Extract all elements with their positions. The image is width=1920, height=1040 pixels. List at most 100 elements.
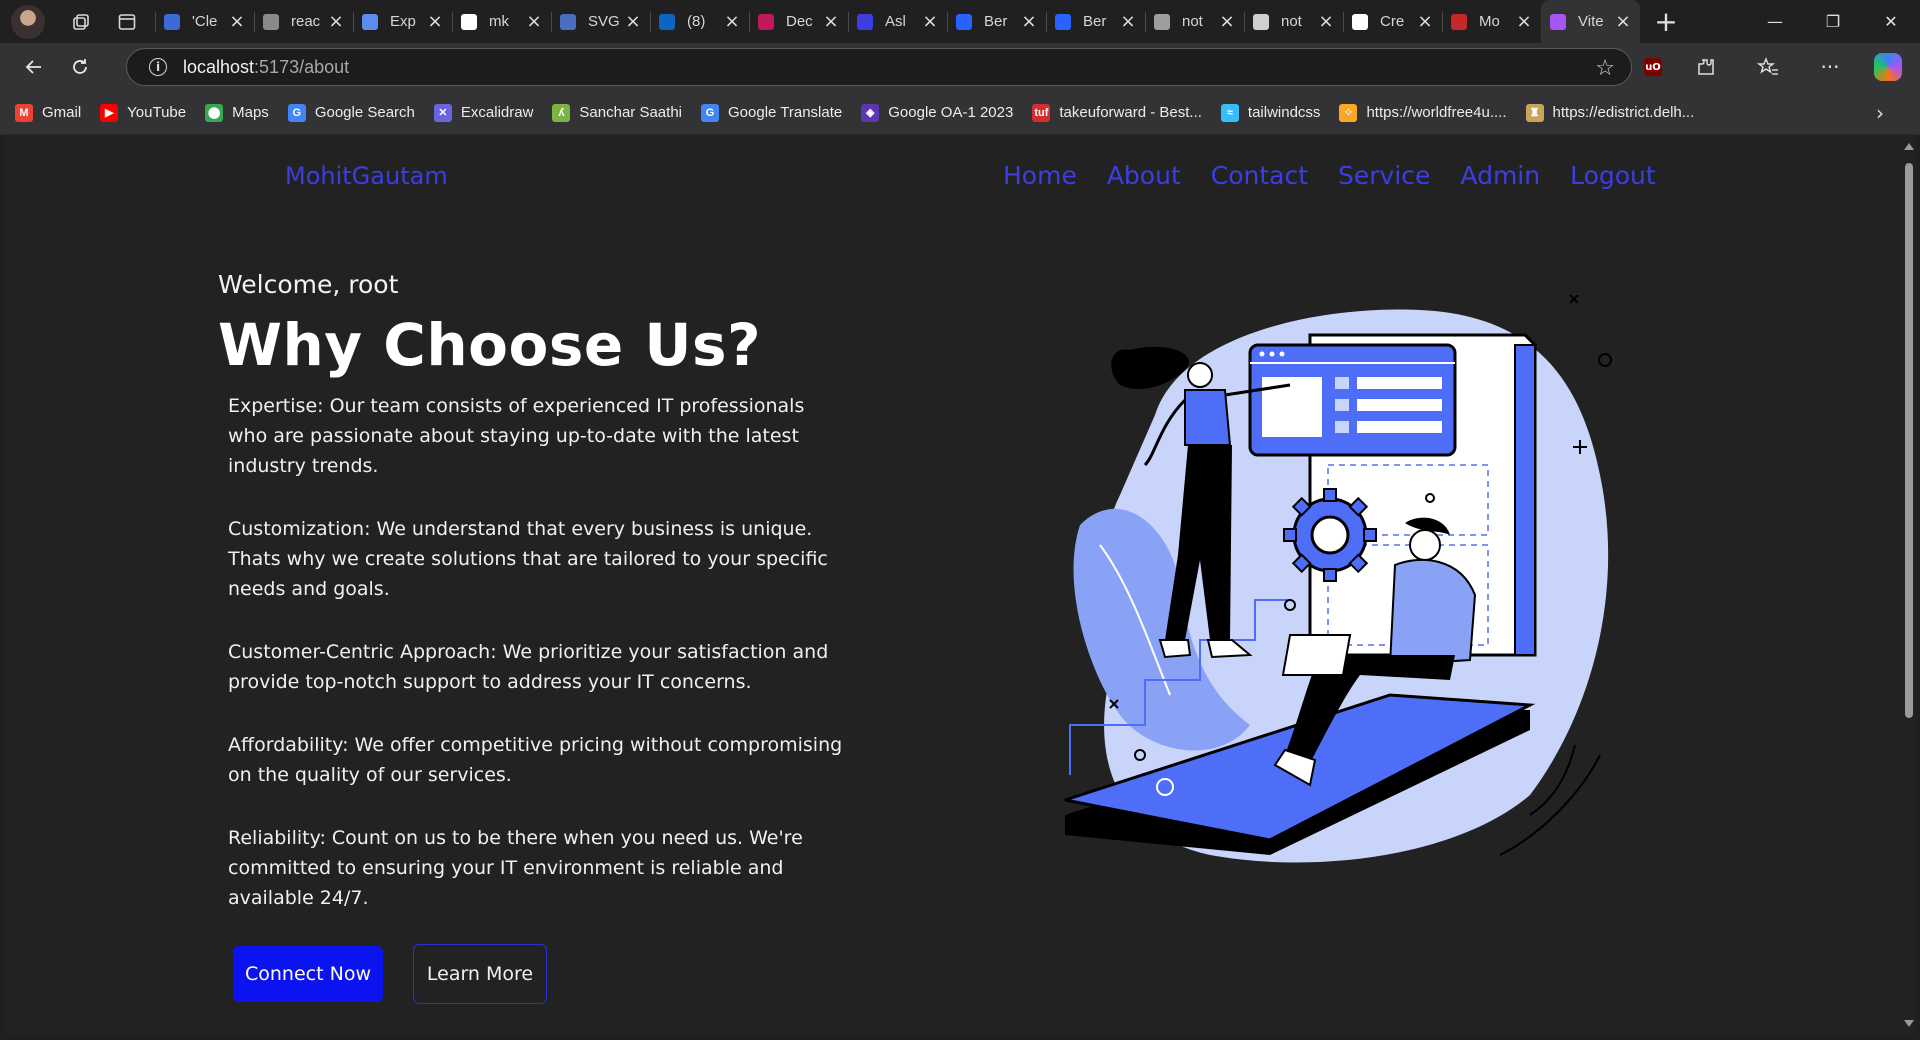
close-tab-icon[interactable]: × bbox=[1219, 12, 1235, 30]
bookmark-item[interactable]: ▶ YouTube bbox=[100, 103, 186, 122]
tab-title: Dec bbox=[786, 13, 813, 30]
close-tab-icon[interactable]: × bbox=[922, 12, 938, 30]
browser-window: 'Cle × reac × Exp × mk × SVG × (8) × Dec × Asl × Ber × Ber… bbox=[0, 0, 1920, 1040]
scroll-down-arrow-icon[interactable] bbox=[1904, 1020, 1914, 1027]
more-menu-icon[interactable]: ··· bbox=[1812, 49, 1848, 85]
stackoverflow-icon bbox=[263, 13, 279, 30]
nav-about-link[interactable]: About bbox=[1107, 161, 1181, 190]
nav-service-link[interactable]: Service bbox=[1338, 161, 1430, 190]
welcome-text: Welcome, root bbox=[218, 270, 399, 299]
grid-icon bbox=[1055, 13, 1071, 30]
tab-title: (8) bbox=[687, 13, 706, 30]
page-scrollbar[interactable] bbox=[1902, 135, 1916, 1035]
browser-tab[interactable]: mk × bbox=[452, 0, 551, 43]
tab-title: SVG bbox=[588, 13, 620, 30]
bookmark-favicon-icon: ⁘ bbox=[1339, 103, 1358, 122]
browser-tab[interactable]: (8) × bbox=[650, 0, 749, 43]
nav-contact-link[interactable]: Contact bbox=[1211, 161, 1308, 190]
close-tab-icon[interactable]: × bbox=[1120, 12, 1136, 30]
hero-illustration bbox=[1064, 295, 1612, 863]
browser-tab[interactable]: reac × bbox=[254, 0, 353, 43]
new-tab-button[interactable]: + bbox=[1644, 0, 1688, 43]
code-icon bbox=[857, 13, 873, 30]
bookmark-label: Excalidraw bbox=[460, 104, 534, 121]
nav-home-link[interactable]: Home bbox=[1003, 161, 1077, 190]
close-tab-icon[interactable]: × bbox=[1021, 12, 1037, 30]
extensions-icon[interactable] bbox=[1688, 49, 1724, 85]
vertical-tabs-icon[interactable] bbox=[115, 10, 139, 34]
close-tab-icon[interactable]: × bbox=[1516, 12, 1532, 30]
browser-tab[interactable]: Vite × bbox=[1541, 0, 1640, 43]
nav-admin-link[interactable]: Admin bbox=[1460, 161, 1540, 190]
hero-content: Welcome, root Why Choose Us? Expertise: … bbox=[218, 270, 868, 1004]
browser-tab[interactable]: Ber × bbox=[1046, 0, 1145, 43]
bookmark-item[interactable]: G Google Search bbox=[287, 103, 415, 122]
learn-more-button[interactable]: Learn More bbox=[413, 944, 547, 1004]
close-tab-icon[interactable]: × bbox=[1318, 12, 1334, 30]
favorite-star-icon[interactable]: ☆ bbox=[1595, 56, 1615, 81]
restore-button[interactable]: ❐ bbox=[1804, 0, 1862, 43]
browser-tab[interactable]: Exp × bbox=[353, 0, 452, 43]
nav-logout-link[interactable]: Logout bbox=[1570, 161, 1656, 190]
bookmark-item[interactable]: ♜ https://edistrict.delh... bbox=[1525, 103, 1695, 122]
close-tab-icon[interactable]: × bbox=[823, 12, 839, 30]
bookmark-item[interactable]: ⬤ Maps bbox=[205, 103, 269, 122]
close-tab-icon[interactable]: × bbox=[328, 12, 344, 30]
site-logo[interactable]: MohitGautam bbox=[285, 162, 448, 190]
hero-actions: Connect Now Learn More bbox=[218, 944, 868, 1004]
tab-title: 'Cle bbox=[192, 13, 218, 30]
bookmark-item[interactable]: ≈ tailwindcss bbox=[1220, 103, 1321, 122]
browser-tab[interactable]: Ber × bbox=[947, 0, 1046, 43]
bookmark-favicon-icon: ♜ bbox=[1525, 103, 1544, 122]
profile-avatar[interactable] bbox=[11, 4, 45, 39]
close-tab-icon[interactable]: × bbox=[526, 12, 542, 30]
bookmark-item[interactable]: tuf takeuforward - Best... bbox=[1032, 103, 1202, 122]
scroll-up-arrow-icon[interactable] bbox=[1904, 143, 1914, 150]
bookmarks-overflow-chevron-icon[interactable]: › bbox=[1876, 101, 1884, 125]
bookmark-item[interactable]: M Gmail bbox=[15, 103, 81, 122]
browser-tab[interactable]: not × bbox=[1244, 0, 1343, 43]
workspaces-icon[interactable] bbox=[69, 10, 93, 34]
bookmark-label: https://edistrict.delh... bbox=[1552, 104, 1695, 121]
favorites-icon[interactable] bbox=[1750, 49, 1786, 85]
back-button[interactable] bbox=[14, 47, 54, 87]
address-bar[interactable]: i localhost:5173/about ☆ bbox=[126, 48, 1632, 86]
browser-tab[interactable]: Dec × bbox=[749, 0, 848, 43]
bookmark-label: tailwindcss bbox=[1247, 104, 1321, 121]
close-tab-icon[interactable]: × bbox=[1615, 12, 1631, 30]
site-menu: Home About Contact Service Admin Logout bbox=[1003, 161, 1656, 190]
scrollbar-thumb[interactable] bbox=[1905, 163, 1913, 718]
close-tab-icon[interactable]: × bbox=[1417, 12, 1433, 30]
lips-icon bbox=[758, 13, 774, 30]
bookmark-item[interactable]: ✕ Excalidraw bbox=[433, 103, 534, 122]
ublock-extension-icon[interactable]: uO bbox=[1644, 58, 1662, 76]
browser-tab[interactable]: 'Cle × bbox=[155, 0, 254, 43]
bookmark-item[interactable]: ⁘ https://worldfree4u.... bbox=[1339, 103, 1507, 122]
bookmark-label: Google Translate bbox=[728, 104, 843, 121]
bookmark-favicon-icon: G bbox=[701, 103, 719, 122]
page-viewport: MohitGautam Home About Contact Service A… bbox=[5, 135, 1902, 1035]
close-tab-icon[interactable]: × bbox=[724, 12, 740, 30]
tab-title: not bbox=[1182, 13, 1203, 30]
browser-tab[interactable]: Cre × bbox=[1343, 0, 1442, 43]
connect-now-button[interactable]: Connect Now bbox=[233, 946, 383, 1002]
close-window-button[interactable]: ✕ bbox=[1862, 0, 1920, 43]
refresh-button[interactable] bbox=[60, 47, 100, 87]
reason-expertise: Expertise: Our team consists of experien… bbox=[228, 395, 805, 477]
bookmark-label: https://worldfree4u.... bbox=[1366, 104, 1507, 121]
bookmark-item[interactable]: G Google Translate bbox=[701, 103, 843, 122]
copilot-icon[interactable] bbox=[1874, 53, 1902, 81]
close-tab-icon[interactable]: × bbox=[625, 12, 641, 30]
site-info-icon[interactable]: i bbox=[149, 58, 167, 76]
bookmark-item[interactable]: ʎ Sanchar Saathi bbox=[552, 103, 682, 122]
browser-tab[interactable]: Mo × bbox=[1442, 0, 1541, 43]
browser-tab[interactable]: SVG × bbox=[551, 0, 650, 43]
bookmark-item[interactable]: ◈ Google OA-1 2023 bbox=[861, 103, 1013, 122]
browser-tab[interactable]: Asl × bbox=[848, 0, 947, 43]
browser-tab[interactable]: not × bbox=[1145, 0, 1244, 43]
bookmark-label: takeuforward - Best... bbox=[1059, 104, 1202, 121]
minimize-button[interactable]: — bbox=[1746, 0, 1804, 43]
tab-title: reac bbox=[291, 13, 321, 30]
close-tab-icon[interactable]: × bbox=[427, 12, 443, 30]
close-tab-icon[interactable]: × bbox=[229, 12, 245, 30]
